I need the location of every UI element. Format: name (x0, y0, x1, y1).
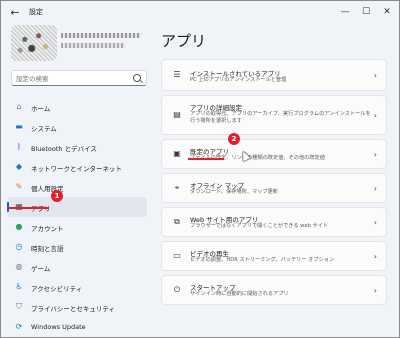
sidebar-item-windows-update[interactable]: ⟳ Windows Update (7, 317, 147, 337)
chevron-right-icon: › (373, 71, 377, 80)
card-description: ビデオの調整、HDR ストリーミング、バッテリー オプション (190, 257, 335, 263)
card-advanced-app-settings[interactable]: ▤ アプリの詳細設定 アプリの取得元、アプリのアーカイブ、実行プログラムのアンイ… (161, 95, 387, 135)
sidebar-item-bluetooth[interactable]: ᛒ Bluetooth とデバイス (7, 137, 147, 157)
annotation-underline-apps (7, 207, 49, 209)
startup-icon: ⏻ (173, 285, 181, 294)
card-default-apps[interactable]: ▣ 既定のアプリ ファイルの既定、リンクの種類の既定値、その他の既定値 › (161, 139, 387, 169)
chevron-right-icon: › (373, 111, 377, 120)
back-arrow-icon[interactable]: ← (7, 5, 23, 21)
avatar[interactable] (11, 25, 57, 61)
sidebar-item-personalization[interactable]: ✎ 個人用設定 (7, 177, 147, 197)
title-bar: ← 設定 — ☐ ✕ (1, 1, 399, 25)
sidebar-nav: ⌂ ホーム ▬ システム ᛒ Bluetooth とデバイス ◆ ネットワークと… (7, 97, 151, 337)
brush-icon: ✎ (15, 182, 23, 191)
maximize-button[interactable]: ☐ (358, 5, 374, 19)
sidebar-item-label: アクセシビリティ (31, 285, 83, 293)
account-icon: ● (15, 222, 23, 231)
annotation-badge-2: 2 (228, 133, 240, 145)
card-description: アプリの取得元、アプリのアーカイブ、実行プログラムのアンインストールを行う場所を… (190, 111, 371, 124)
system-icon: ▬ (15, 122, 23, 131)
close-button[interactable]: ✕ (379, 5, 395, 19)
sidebar-item-gaming[interactable]: ◍ ゲーム (7, 257, 147, 277)
annotation-underline-default-apps (188, 158, 224, 160)
sidebar-item-network[interactable]: ◆ ネットワークとインターネット (7, 157, 147, 177)
sidebar-item-privacy[interactable]: ⛉ プライバシーとセキュリティ (7, 297, 147, 317)
search-icon (133, 74, 141, 82)
update-icon: ⟳ (15, 322, 23, 331)
search-box[interactable] (11, 70, 147, 86)
sidebar-item-label: 時刻と言語 (31, 245, 64, 253)
card-apps-for-websites[interactable]: ⧉ Web サイト用のアプリ ブラウザーではなくアプリで開くことができる web… (161, 207, 387, 237)
home-icon: ⌂ (16, 102, 22, 111)
card-description: ブラウザーではなくアプリで開くことができる web サイト (190, 223, 329, 229)
accessibility-icon: ♿ (15, 282, 23, 291)
card-description: サインイン時に自動的に開始されるアプリ (190, 291, 289, 297)
sidebar-item-label: ゲーム (31, 265, 51, 273)
sidebar-item-label: アカウント (31, 225, 64, 233)
sidebar-item-accessibility[interactable]: ♿ アクセシビリティ (7, 277, 147, 297)
sidebar-item-label: システム (31, 125, 57, 133)
search-input[interactable] (16, 73, 126, 84)
account-email-blurred (61, 43, 125, 48)
app-settings-icon: ▤ (173, 110, 181, 119)
card-offline-maps[interactable]: ⌖ オフライン マップ ダウンロード、保存場所、マップ更新 › (161, 173, 387, 203)
clock-icon: ◷ (15, 242, 23, 251)
minimize-button[interactable]: — (337, 5, 353, 19)
sidebar-item-time-language[interactable]: ◷ 時刻と言語 (7, 237, 147, 257)
settings-window: ← 設定 — ☐ ✕ ⌂ ホーム ▬ システム ᛒ Bluetooth とデバイ… (0, 0, 400, 338)
chevron-right-icon: › (373, 150, 377, 159)
network-icon: ◆ (15, 162, 23, 171)
default-apps-icon: ▣ (173, 149, 181, 158)
sidebar-item-label: Bluetooth とデバイス (31, 145, 97, 153)
sidebar-item-label: ホーム (31, 105, 51, 113)
chevron-right-icon: › (373, 252, 377, 261)
list-icon: ☰ (173, 70, 181, 79)
video-icon: ▭ (173, 251, 181, 260)
account-name-blurred (61, 33, 141, 38)
chevron-right-icon: › (373, 184, 377, 193)
card-startup[interactable]: ⏻ スタートアップ サインイン時に自動的に開始されるアプリ › (161, 275, 387, 305)
annotation-badge-1: 1 (51, 190, 63, 202)
card-installed-apps[interactable]: ☰ インストールされているアプリ PC 上のアプリのアンインストールと管理 › (161, 59, 387, 91)
shield-icon: ⛉ (16, 302, 22, 311)
sidebar-item-label: ネットワークとインターネット (31, 165, 122, 173)
sidebar-item-label: プライバシーとセキュリティ (31, 305, 115, 313)
card-description: ダウンロード、保存場所、マップ更新 (190, 189, 278, 195)
bluetooth-icon: ᛒ (16, 142, 22, 151)
web-app-icon: ⧉ (174, 217, 180, 226)
chevron-right-icon: › (373, 286, 377, 295)
map-icon: ⌖ (174, 183, 180, 192)
card-description: PC 上のアプリのアンインストールと管理 (190, 77, 287, 83)
game-icon: ◍ (15, 262, 23, 271)
sidebar-item-system[interactable]: ▬ システム (7, 117, 147, 137)
sidebar-item-accounts[interactable]: ● アカウント (7, 217, 147, 237)
sidebar-item-label: Windows Update (31, 323, 86, 331)
card-video-playback[interactable]: ▭ ビデオの再生 ビデオの調整、HDR ストリーミング、バッテリー オプション … (161, 241, 387, 271)
window-title: 設定 (29, 8, 43, 16)
page-title: アプリ (161, 32, 207, 50)
chevron-right-icon: › (373, 218, 377, 227)
sidebar-item-home[interactable]: ⌂ ホーム (7, 97, 147, 117)
